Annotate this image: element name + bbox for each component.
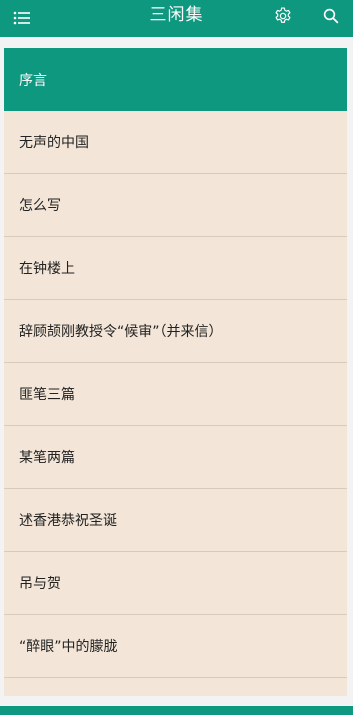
bottom-bar	[0, 706, 353, 715]
app-screen: 三闲集 序言 无声的中国 怎么写 在钟楼上 辞顾颉刚教授令“候审”（并来信） 匪…	[0, 0, 353, 715]
chapter-item[interactable]: “醉眼”中的朦胧	[4, 615, 347, 678]
chapter-item[interactable]: 怎么写	[4, 174, 347, 237]
chapter-label: 在钟楼上	[19, 261, 75, 277]
chapter-item[interactable]: 某笔两篇	[4, 426, 347, 489]
chapter-label: 怎么写	[19, 198, 61, 214]
chapter-label: 无声的中国	[19, 135, 89, 151]
chapter-item-selected[interactable]: 序言	[4, 48, 347, 111]
chapter-item[interactable]: 辞顾颉刚教授令“候审”（并来信）	[4, 300, 347, 363]
top-app-bar: 三闲集	[0, 0, 353, 37]
chapter-list: 序言 无声的中国 怎么写 在钟楼上 辞顾颉刚教授令“候审”（并来信） 匪笔三篇 …	[4, 48, 347, 696]
chapter-label: 述香港恭祝圣诞	[19, 513, 117, 529]
chapter-label: 匪笔三篇	[19, 387, 75, 403]
chapter-item[interactable]: 无声的中国	[4, 111, 347, 174]
chapter-item[interactable]: 在钟楼上	[4, 237, 347, 300]
search-icon	[323, 8, 339, 24]
gear-icon	[275, 7, 291, 23]
chapter-label: 辞顾颉刚教授令“候审”（并来信）	[19, 324, 223, 340]
chapter-item[interactable]: 吊与贺	[4, 552, 347, 615]
settings-button[interactable]	[270, 3, 296, 29]
chapter-label: “醉眼”中的朦胧	[19, 639, 118, 655]
chapter-item[interactable]: 述香港恭祝圣诞	[4, 489, 347, 552]
chapter-label: 序言	[19, 72, 47, 89]
chapter-label: 某笔两篇	[19, 450, 75, 466]
chapter-item[interactable]: 匪笔三篇	[4, 363, 347, 426]
chapter-label: 吊与贺	[19, 576, 61, 592]
page-title: 三闲集	[149, 5, 204, 25]
search-button[interactable]	[318, 3, 344, 29]
